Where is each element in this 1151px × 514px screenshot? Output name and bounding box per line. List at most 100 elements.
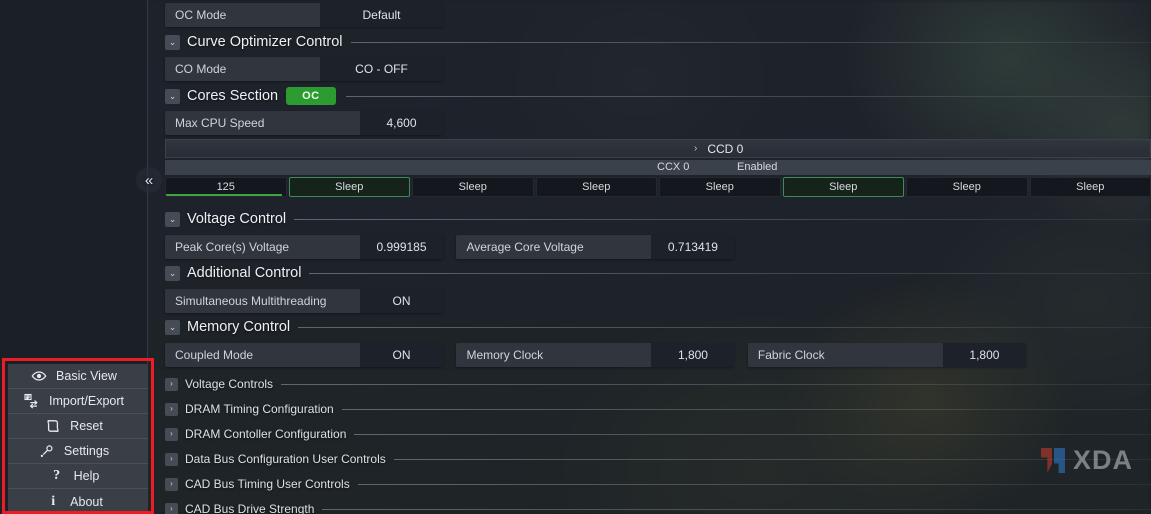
section-rule <box>294 218 1151 220</box>
smt-field[interactable]: Simultaneous Multithreading ON <box>165 289 443 313</box>
question-mark-icon: ? <box>53 468 61 483</box>
ccx-header: CCX 0 Enabled <box>165 160 1151 175</box>
core-bar[interactable]: 125 <box>165 177 287 197</box>
chevron-down-icon: ⌄ <box>165 211 180 227</box>
sidebar-item-label: Reset <box>70 419 103 433</box>
sidebar-item-about[interactable]: i About <box>8 489 148 514</box>
co-mode-field[interactable]: CO Mode CO - OFF <box>165 57 443 81</box>
collapse-sidebar-button[interactable]: « <box>136 167 162 193</box>
section-curve-optimizer-control[interactable]: ⌄ Curve Optimizer Control <box>165 31 1151 53</box>
chevron-down-icon: ⌄ <box>165 319 180 335</box>
core-bar[interactable]: Sleep <box>412 177 534 197</box>
co-mode-value: CO - OFF <box>320 57 443 81</box>
collapsed-section-6[interactable]: › CAD Bus Drive Strength <box>165 498 1151 514</box>
section-title: Voltage Control <box>187 211 287 227</box>
collapsed-section-1[interactable]: › Voltage Controls <box>165 373 1151 395</box>
chevron-right-icon: › <box>165 427 178 441</box>
smt-row: Simultaneous Multithreading ON <box>165 289 443 313</box>
sidebar-item-label: Help <box>73 469 100 483</box>
section-title: Curve Optimizer Control <box>187 34 343 50</box>
memory-clock-label: Memory Clock <box>456 343 652 367</box>
core-bar-value: Sleep <box>335 181 364 193</box>
max-cpu-speed-row: Max CPU Speed 4,600 <box>165 111 443 135</box>
memory-clock-value: 1,800 <box>651 343 735 367</box>
ccx-label: CCX 0 <box>657 161 690 173</box>
section-voltage-control[interactable]: ⌄ Voltage Control <box>165 208 1151 230</box>
chevron-right-icon: › <box>165 377 178 391</box>
oc-mode-field[interactable]: OC Mode Default <box>165 3 443 27</box>
section-rule <box>354 433 1151 435</box>
section-title: Cores Section <box>187 88 279 104</box>
core-bar[interactable]: Sleep <box>659 177 781 197</box>
collapsed-section-2[interactable]: › DRAM Timing Configuration <box>165 398 1151 420</box>
section-rule <box>345 95 1151 97</box>
max-cpu-speed-field[interactable]: Max CPU Speed 4,600 <box>165 111 443 135</box>
sidebar-item-settings[interactable]: Settings <box>8 439 148 464</box>
core-bar[interactable]: Sleep <box>906 177 1028 197</box>
section-title: Additional Control <box>187 265 302 281</box>
sidebar-item-reset[interactable]: Reset <box>8 414 148 439</box>
ccx-state: Enabled <box>737 161 778 173</box>
voltage-row: Peak Core(s) Voltage 0.999185 Average Co… <box>165 235 735 259</box>
oc-mode-row: OC Mode Default <box>165 3 443 27</box>
sidebar-item-import-export[interactable]: Import/Export <box>8 389 148 414</box>
core-bar-value: Sleep <box>582 181 611 193</box>
max-cpu-speed-label: Max CPU Speed <box>165 111 360 135</box>
collapsed-section-3[interactable]: › DRAM Contoller Configuration <box>165 423 1151 445</box>
chevron-right-icon: › <box>694 143 698 154</box>
chevron-right-icon: › <box>165 452 178 466</box>
collapsed-section-4[interactable]: › Data Bus Configuration User Controls <box>165 448 1151 470</box>
average-core-voltage-value: 0.713419 <box>651 235 735 259</box>
coupled-mode-value: ON <box>360 343 443 367</box>
memory-clock-field[interactable]: Memory Clock 1,800 <box>456 343 735 367</box>
fabric-clock-field[interactable]: Fabric Clock 1,800 <box>747 343 1026 367</box>
collapsed-section-5[interactable]: › CAD Bus Timing User Controls <box>165 473 1151 495</box>
xda-wordmark: XDA <box>1072 445 1133 475</box>
core-bar-value: Sleep <box>952 181 981 193</box>
coupled-mode-label: Coupled Mode <box>165 343 360 367</box>
section-rule <box>322 508 1151 510</box>
ccd-header[interactable]: › CCD 0 <box>165 139 1151 158</box>
sidebar-item-label: About <box>70 494 103 509</box>
ccd-label: CCD 0 <box>707 141 744 156</box>
sidebar-item-label: Settings <box>63 444 110 458</box>
average-core-voltage-field[interactable]: Average Core Voltage 0.713419 <box>456 235 735 259</box>
core-bar-value: Sleep <box>829 181 858 193</box>
chevron-right-icon: › <box>165 502 178 514</box>
peak-core-voltage-label: Peak Core(s) Voltage <box>165 235 360 259</box>
co-mode-label: CO Mode <box>165 57 320 81</box>
core-bar-list: 125 Sleep Sleep Sleep Sleep Sleep Sleep Sleep <box>165 177 1151 197</box>
core-bar[interactable]: Sleep <box>1029 177 1151 197</box>
smt-label: Simultaneous Multithreading <box>165 289 360 313</box>
core-bar[interactable]: Sleep <box>288 177 410 197</box>
section-memory-control[interactable]: ⌄ Memory Control <box>165 316 1151 338</box>
section-rule <box>309 272 1151 274</box>
section-additional-control[interactable]: ⌄ Additional Control <box>165 262 1151 284</box>
sidebar-menu-highlight: Basic View Import/Export Reset Settings … <box>2 358 154 514</box>
core-bar[interactable]: Sleep <box>535 177 657 197</box>
section-rule <box>341 408 1151 410</box>
sidebar-item-help[interactable]: ? Help <box>8 464 148 489</box>
peak-core-voltage-value: 0.999185 <box>360 235 443 259</box>
section-rule <box>393 458 1151 460</box>
peak-core-voltage-field[interactable]: Peak Core(s) Voltage 0.999185 <box>165 235 443 259</box>
coupled-mode-field[interactable]: Coupled Mode ON <box>165 343 443 367</box>
chevron-down-icon: ⌄ <box>165 265 180 281</box>
ccd-block: › CCD 0 CCX 0 Enabled 125 Sleep Sleep Sleep… <box>165 139 1151 197</box>
section-cores-section[interactable]: ⌄ Cores Section OC <box>165 85 1151 107</box>
settings-icon <box>39 443 55 459</box>
core-bar-value: Sleep <box>1076 181 1105 193</box>
memory-row: Coupled Mode ON Memory Clock 1,800 Fabri… <box>165 343 1026 367</box>
section-rule <box>357 483 1151 485</box>
xda-logo-icon <box>1040 448 1066 473</box>
core-bar[interactable]: Sleep <box>782 177 904 197</box>
sidebar-menu: Basic View Import/Export Reset Settings … <box>8 364 148 511</box>
oc-mode-label: OC Mode <box>165 3 320 27</box>
section-title: Voltage Controls <box>185 377 274 391</box>
section-rule <box>350 41 1151 43</box>
section-rule <box>281 383 1151 385</box>
section-title: CAD Bus Drive Strength <box>185 502 315 514</box>
chevron-right-icon: › <box>165 402 178 416</box>
sidebar-item-basic-view[interactable]: Basic View <box>8 364 148 389</box>
eye-icon <box>31 368 47 384</box>
